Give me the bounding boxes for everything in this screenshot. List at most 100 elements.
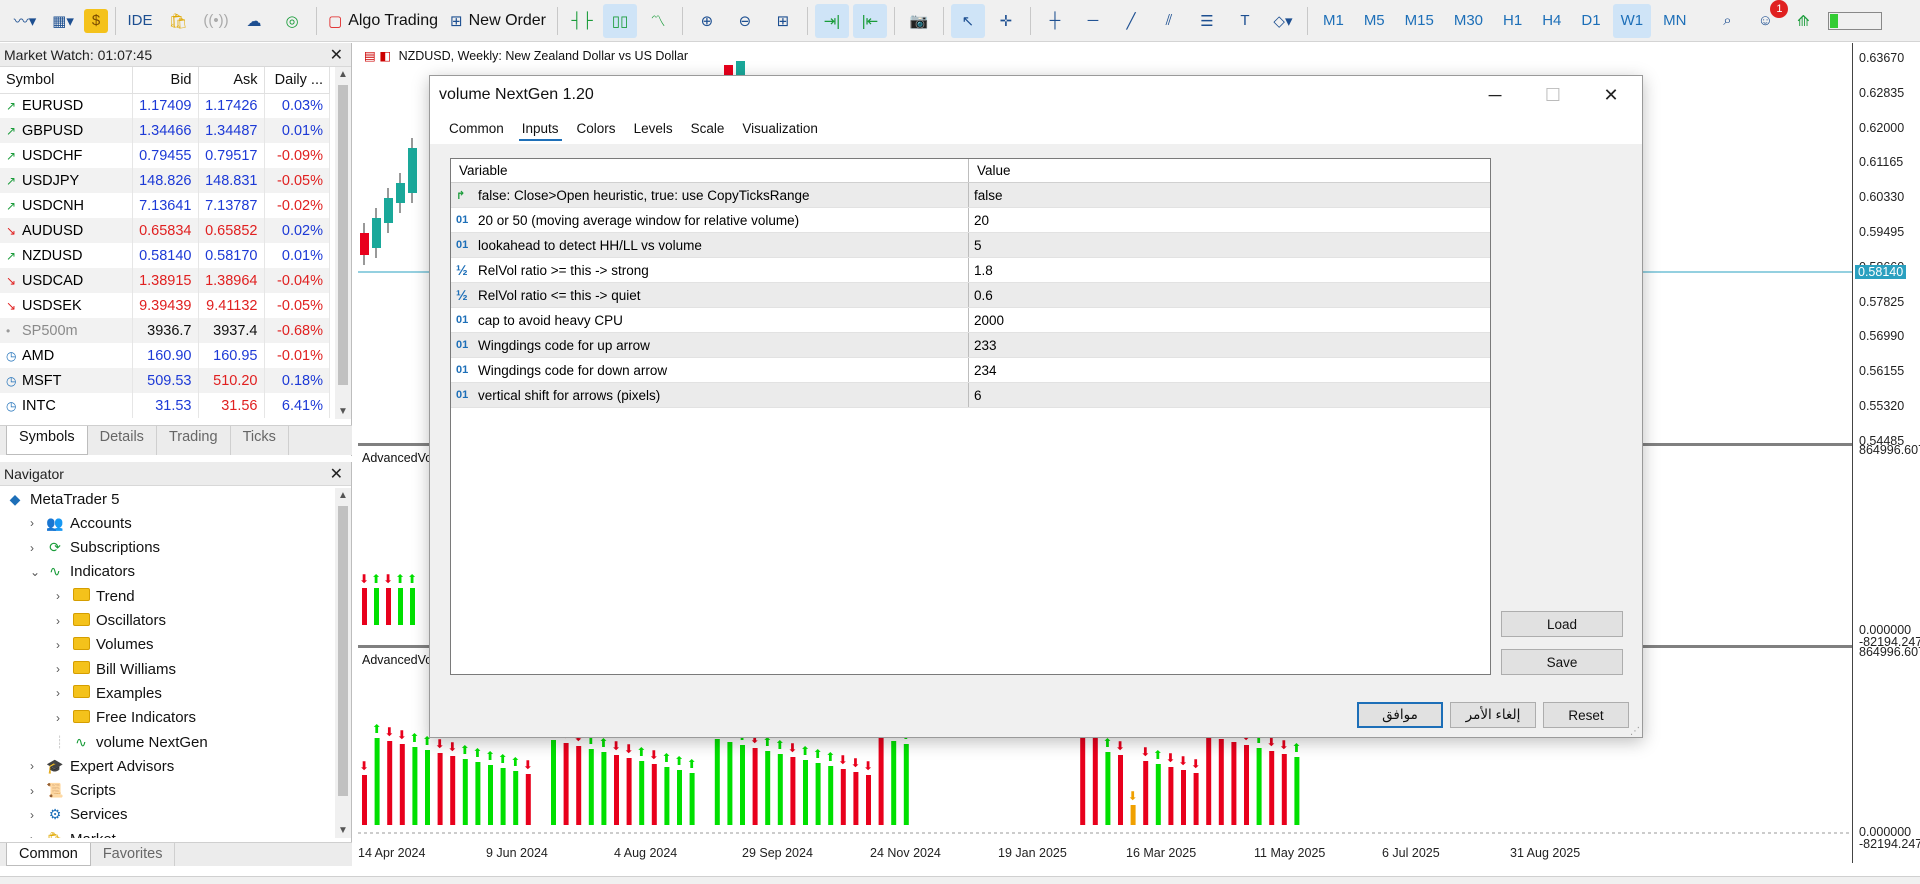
- navigator-item-metatrader-5[interactable]: ◆ MetaTrader 5: [4, 488, 120, 510]
- navigator-item-volume-nextgen[interactable]: ┊ ∿ volume NextGen: [56, 731, 208, 753]
- tab-favorites[interactable]: Favorites: [91, 843, 176, 866]
- timeframe-h4[interactable]: H4: [1534, 4, 1569, 38]
- tile-windows-icon[interactable]: ⊞: [766, 4, 800, 38]
- zoom-out-icon[interactable]: ⊖: [728, 4, 762, 38]
- table-row[interactable]: ↗ EURUSD 1.17409 1.17426 0.03%: [0, 93, 330, 118]
- value-cell[interactable]: 233: [969, 333, 997, 357]
- chevron-right-icon[interactable]: ›: [30, 759, 44, 773]
- algo-trading-button[interactable]: ▢ Algo Trading: [324, 4, 442, 38]
- signal-icon[interactable]: ((•)): [199, 4, 233, 38]
- tab-common[interactable]: Common: [440, 114, 513, 144]
- timeframe-m5[interactable]: M5: [1356, 4, 1393, 38]
- vertical-line-icon[interactable]: ┼: [1038, 4, 1072, 38]
- navigator-item-subscriptions[interactable]: › ⟳ Subscriptions: [30, 537, 160, 559]
- timeframe-h1[interactable]: H1: [1495, 4, 1530, 38]
- table-row[interactable]: • SP500m 3936.7 3937.4 -0.68%: [0, 318, 330, 343]
- minimize-icon[interactable]: ─: [1466, 76, 1524, 114]
- navigator-item-scripts[interactable]: › 📜 Scripts: [30, 780, 116, 802]
- trendline-icon[interactable]: ╱: [1114, 4, 1148, 38]
- input-row[interactable]: ↱ false: Close>Open heuristic, true: use …: [451, 183, 1490, 208]
- table-row[interactable]: ↗ NZDUSD 0.58140 0.58170 0.01%: [0, 243, 330, 268]
- cursor-icon[interactable]: ↖: [950, 3, 985, 38]
- table-row[interactable]: ↗ USDJPY 148.826 148.831 -0.05%: [0, 168, 330, 193]
- chart-type-icon[interactable]: ▦▾: [46, 4, 80, 38]
- navigator-item-examples[interactable]: › Examples: [56, 682, 162, 704]
- symbol-cell[interactable]: ◷ MSFT: [0, 368, 133, 393]
- chart-shift-icon[interactable]: |⇤: [852, 3, 887, 38]
- timeframe-m30[interactable]: M30: [1446, 4, 1491, 38]
- chevron-right-icon[interactable]: ›: [30, 784, 44, 798]
- line-chart-icon[interactable]: 〰▾: [8, 4, 42, 38]
- column-header-bid[interactable]: Bid: [132, 67, 199, 94]
- notifications-icon[interactable]: ☺ 1: [1748, 0, 1789, 38]
- navigator-item-bill-williams[interactable]: › Bill Williams: [56, 658, 176, 680]
- tab-common[interactable]: Common: [6, 843, 91, 866]
- auto-scroll-icon[interactable]: ⇥|: [814, 3, 849, 38]
- maximize-icon[interactable]: ☐: [1524, 76, 1582, 114]
- navigator-item-expert-advisors[interactable]: › 🎓 Expert Advisors: [30, 755, 174, 777]
- chevron-down-icon[interactable]: ⌄: [30, 565, 44, 579]
- navigator-item-free-indicators[interactable]: › Free Indicators: [56, 707, 196, 729]
- level-icon[interactable]: ⟰: [1786, 4, 1820, 38]
- channel-icon[interactable]: ⫽: [1152, 4, 1186, 38]
- column-header-symbol[interactable]: Symbol: [0, 67, 133, 94]
- scroll-thumb[interactable]: [338, 506, 348, 796]
- symbol-cell[interactable]: ↗ EURUSD: [0, 93, 133, 118]
- symbol-cell[interactable]: ↘ USDSEK: [0, 293, 133, 318]
- input-row[interactable]: 01 20 or 50 (moving average window for re…: [451, 208, 1490, 233]
- chevron-right-icon[interactable]: ›: [30, 808, 44, 822]
- chevron-right-icon[interactable]: ›: [30, 832, 44, 838]
- value-cell[interactable]: 5: [969, 233, 982, 257]
- symbol-cell[interactable]: ↗ USDJPY: [0, 168, 133, 193]
- shapes-icon[interactable]: ◇▾: [1266, 4, 1300, 38]
- value-cell[interactable]: 0.6: [969, 283, 993, 307]
- close-icon[interactable]: ✕: [330, 464, 343, 484]
- tab-details[interactable]: Details: [88, 426, 157, 455]
- chevron-right-icon[interactable]: ›: [56, 638, 70, 652]
- load-button[interactable]: Load: [1501, 611, 1623, 637]
- chevron-right-icon[interactable]: ›: [56, 711, 70, 725]
- tab-symbols[interactable]: Symbols: [6, 426, 88, 455]
- table-row[interactable]: ↘ USDSEK 9.39439 9.41132 -0.05%: [0, 293, 330, 318]
- tab-visualization[interactable]: Visualization: [733, 114, 827, 144]
- scroll-down-icon[interactable]: ▼: [338, 406, 348, 417]
- table-row[interactable]: ◷ MSFT 509.53 510.20 0.18%: [0, 368, 330, 393]
- input-row[interactable]: 01 vertical shift for arrows (pixels) 6: [451, 383, 1490, 408]
- symbol-cell[interactable]: ↗ USDCHF: [0, 143, 133, 168]
- navigator-item-indicators[interactable]: ⌄ ∿ Indicators: [30, 561, 135, 583]
- symbol-cell[interactable]: ↗ USDCNH: [0, 193, 133, 218]
- timeframe-mn[interactable]: MN: [1655, 4, 1694, 38]
- timeframe-w1[interactable]: W1: [1612, 3, 1652, 38]
- symbol-cell[interactable]: ◷ INTC: [0, 393, 133, 418]
- horizontal-line-icon[interactable]: ─: [1076, 4, 1110, 38]
- text-icon[interactable]: T: [1228, 4, 1262, 38]
- navigator-item-services[interactable]: › ⚙ Services: [30, 804, 128, 826]
- save-button[interactable]: Save: [1501, 649, 1623, 675]
- close-icon[interactable]: ✕: [1582, 76, 1640, 114]
- tab-inputs[interactable]: Inputs: [513, 114, 568, 144]
- value-cell[interactable]: 2000: [969, 308, 1004, 332]
- navigator-item-volumes[interactable]: › Volumes: [56, 634, 154, 656]
- reset-button[interactable]: Reset: [1543, 702, 1629, 728]
- market-bag-icon[interactable]: 🛍: [161, 4, 195, 38]
- cloud-icon[interactable]: ☁: [237, 4, 271, 38]
- column-header-daily[interactable]: Daily ...: [264, 67, 330, 94]
- timeframe-m1[interactable]: M1: [1315, 4, 1352, 38]
- navigator-item-trend[interactable]: › Trend: [56, 585, 135, 607]
- navigator-item-accounts[interactable]: › 👥 Accounts: [30, 512, 132, 534]
- chevron-right-icon[interactable]: ›: [56, 614, 70, 628]
- tab-trading[interactable]: Trading: [157, 426, 231, 455]
- table-row[interactable]: ↗ USDCHF 0.79455 0.79517 -0.09%: [0, 143, 330, 168]
- fibonacci-icon[interactable]: ☰: [1190, 4, 1224, 38]
- navigator-item-market[interactable]: ›🛍 Market: [30, 828, 116, 838]
- chevron-right-icon[interactable]: ›: [30, 541, 44, 555]
- value-cell[interactable]: 234: [969, 358, 997, 382]
- screenshot-icon[interactable]: 📷: [902, 4, 936, 38]
- column-header-ask[interactable]: Ask: [198, 67, 265, 94]
- crosshair-icon[interactable]: ✛: [989, 4, 1023, 38]
- close-icon[interactable]: ✕: [330, 45, 343, 65]
- table-row[interactable]: ↘ USDCAD 1.38915 1.38964 -0.04%: [0, 268, 330, 293]
- symbol-cell[interactable]: ↘ USDCAD: [0, 268, 133, 293]
- symbol-cell[interactable]: ↘ AUDUSD: [0, 218, 133, 243]
- tab-levels[interactable]: Levels: [625, 114, 682, 144]
